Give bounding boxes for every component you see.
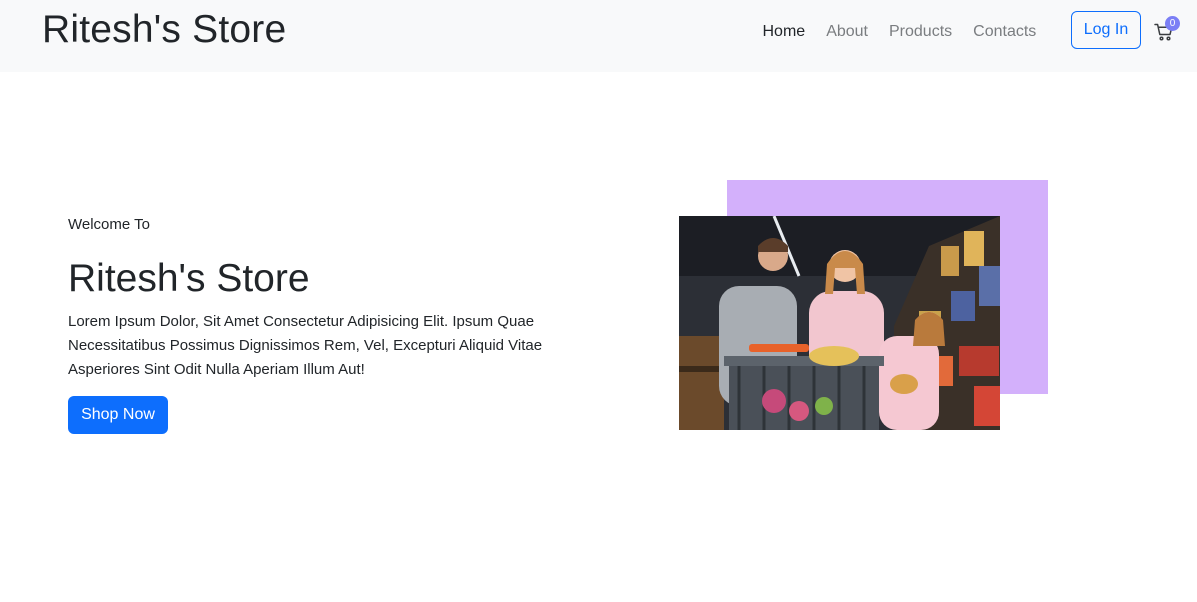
cart-count-badge: 0: [1165, 16, 1180, 31]
nav-link-products[interactable]: Products: [879, 20, 963, 44]
hero-welcome: Welcome To: [68, 216, 150, 233]
hero-description: Lorem Ipsum Dolor, Sit Amet Consectetur …: [68, 313, 543, 378]
login-button[interactable]: Log In: [1071, 11, 1141, 49]
family-shopping-photo: [679, 216, 1000, 430]
nav-link-home[interactable]: Home: [752, 20, 816, 44]
hero-text: Welcome To Ritesh's Store Lorem Ipsum Do…: [68, 214, 588, 434]
cart-button[interactable]: 0: [1153, 16, 1180, 44]
nav-link-about[interactable]: About: [816, 20, 879, 44]
hero-image: [679, 216, 1000, 430]
brand-logo[interactable]: Ritesh's Store: [42, 6, 286, 54]
nav-link-contacts[interactable]: Contacts: [963, 20, 1047, 44]
shop-now-button[interactable]: Shop Now: [68, 396, 168, 434]
hero-title: Ritesh's Store: [68, 257, 310, 300]
navbar: Ritesh's Store Home About Products Conta…: [0, 0, 1197, 72]
nav-links: Home About Products Contacts: [752, 20, 1047, 44]
